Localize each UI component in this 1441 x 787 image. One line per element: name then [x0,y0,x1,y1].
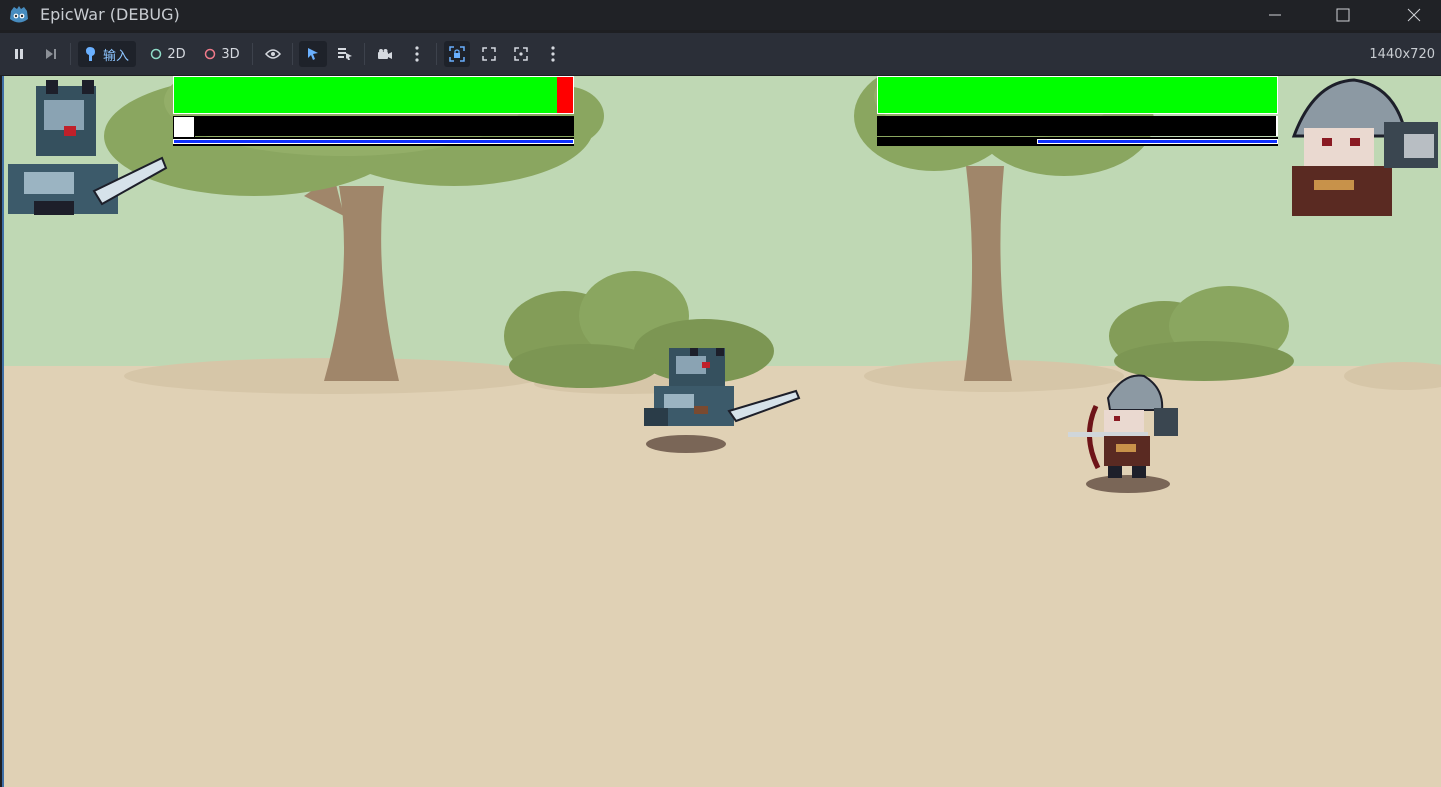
player2-portrait [1291,78,1438,216]
player1-energy-bar [173,116,574,138]
camera-button[interactable] [374,41,396,67]
player1-mana-fill [173,139,574,144]
game-viewport[interactable] [2,76,1441,787]
toolbar-separator [292,43,293,65]
camera-icon [378,49,392,59]
pause-icon [15,49,23,59]
more-icon [551,46,555,62]
input-label: 输入 [102,48,129,64]
mode-2d-label: 2D [167,46,186,62]
pause-button[interactable] [8,41,30,67]
list-select-button[interactable] [334,41,356,67]
list-select-icon [338,48,352,60]
scenery [8,76,1441,493]
minimize-button[interactable] [1240,0,1310,30]
circle-3d-icon [205,48,216,60]
input-toggle[interactable]: 输入 [78,41,136,67]
expand-button[interactable] [510,41,532,67]
close-button[interactable] [1379,0,1441,30]
player1-energy-fill [173,116,196,138]
fullscreen-button[interactable] [478,41,500,67]
close-icon [1407,8,1421,22]
player2-energy-bar [877,116,1278,136]
select-tool-icon [308,48,318,60]
debug-toolbar: 输入 2D 3D 1440x720 [0,33,1441,75]
window-title: EpicWar (DEBUG) [40,5,180,24]
step-frame-icon [46,49,56,59]
circle-2d-icon [151,48,162,60]
minimize-icon [1269,14,1281,16]
toolbar-separator [364,43,365,65]
mode-2d-button[interactable]: 2D [146,41,190,67]
helmeted-archer-sprite [1068,374,1178,478]
mode-3d-button[interactable]: 3D [200,41,244,67]
godot-icon [10,6,28,23]
player1-health-bar [173,76,574,114]
input-icon [85,47,95,61]
mode-3d-label: 3D [221,46,240,62]
select-tool-button[interactable] [299,41,327,67]
maximize-icon [1336,8,1350,22]
view-options-button[interactable] [544,41,562,67]
maximize-button[interactable] [1308,0,1378,30]
toolbar-separator [70,43,71,65]
toolbar-separator [252,43,253,65]
resolution-label: 1440x720 [1369,47,1435,62]
expand-icon [514,47,528,61]
visibility-button[interactable] [262,41,284,67]
eye-icon [265,49,281,59]
window-titlebar: EpicWar (DEBUG) [0,0,1441,30]
camera-options-button[interactable] [408,41,426,67]
player1-mana-bar [173,137,574,146]
player2-mana-fill [1037,139,1278,144]
player2-health-fill [878,77,1277,113]
player1-health-fill [174,77,558,113]
player2-mana-bar [877,137,1278,146]
step-frame-button[interactable] [40,41,62,67]
toolbar-separator [436,43,437,65]
bush-right [1109,286,1294,381]
player2-health-bar [877,76,1278,114]
frame-lock-icon [449,46,465,62]
bush-center [504,271,774,388]
more-icon [415,46,419,62]
fullscreen-icon [482,47,496,61]
frame-lock-button[interactable] [444,41,470,67]
